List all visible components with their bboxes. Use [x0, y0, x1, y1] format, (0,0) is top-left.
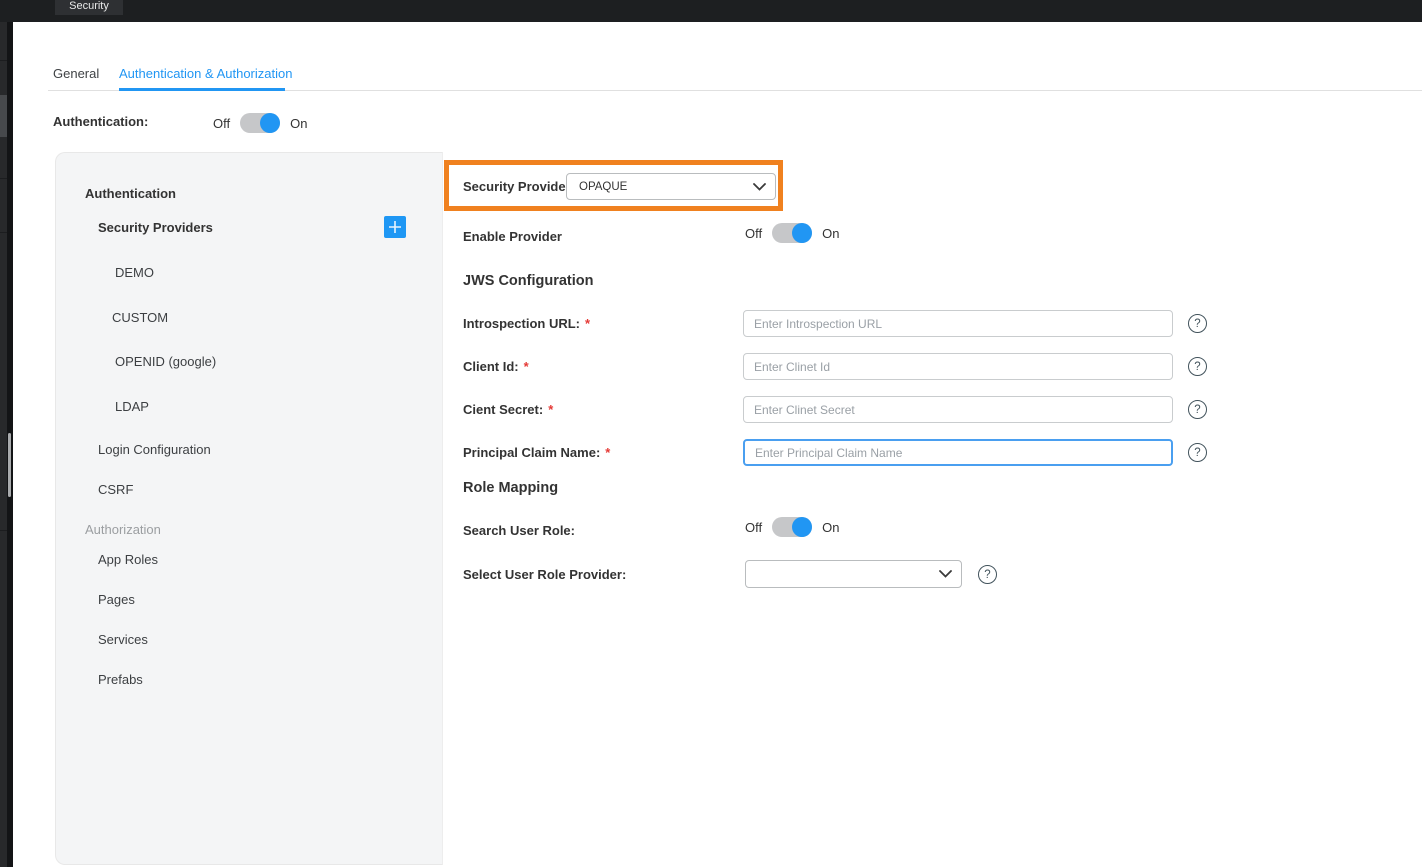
help-icon[interactable]: ? [1188, 314, 1207, 333]
client-id-input[interactable] [743, 353, 1173, 380]
client-secret-input[interactable] [743, 396, 1173, 423]
field-label-text: Principal Claim Name: [463, 445, 600, 460]
security-provider-label: Security Provider [463, 179, 571, 194]
principal-claim-name-label: Principal Claim Name: * [463, 445, 610, 460]
sidebar-item-authentication: Authentication [85, 186, 176, 201]
switch-knob [260, 113, 280, 133]
sidebar-item-ldap[interactable]: LDAP [115, 399, 149, 414]
toggle-off-label: Off [745, 520, 762, 535]
sidebar-item-pages[interactable]: Pages [98, 592, 135, 607]
chevron-down-icon [939, 570, 952, 578]
sidebar-item-security-providers[interactable]: Security Providers [98, 220, 213, 235]
client-id-label: Client Id: * [463, 359, 529, 374]
switch-knob [792, 517, 812, 537]
security-provider-value: OPAQUE [567, 181, 753, 193]
plus-icon [388, 220, 402, 234]
sidebar-section-authorization: Authorization [85, 522, 161, 537]
rail-segment-active [0, 95, 7, 137]
required-marker: * [585, 316, 590, 331]
enable-provider-toggle: Off On [745, 223, 839, 243]
sidebar-item-prefabs[interactable]: Prefabs [98, 672, 143, 687]
field-label-text: Cient Secret: [463, 402, 543, 417]
security-settings-page: Security General Authentication & Author… [0, 0, 1422, 867]
sidebar-item-custom[interactable]: CUSTOM [112, 310, 168, 325]
required-marker: * [605, 445, 610, 460]
sidebar-item-demo[interactable]: DEMO [115, 265, 154, 280]
introspection-url-label: Introspection URL: * [463, 316, 590, 331]
left-toolbar-strip [0, 0, 7, 867]
toggle-on-label: On [822, 520, 839, 535]
introspection-url-input[interactable] [743, 310, 1173, 337]
help-icon[interactable]: ? [1188, 443, 1207, 462]
toggle-off-label: Off [745, 226, 762, 241]
sidebar-item-app-roles[interactable]: App Roles [98, 552, 158, 567]
add-provider-button[interactable] [384, 216, 406, 238]
tab-authentication-authorization[interactable]: Authentication & Authorization [119, 66, 292, 81]
help-icon[interactable]: ? [1188, 400, 1207, 419]
search-user-role-switch[interactable] [772, 517, 812, 537]
editor-topbar: Security [0, 0, 1422, 22]
tab-security[interactable]: Security [55, 0, 123, 15]
required-marker: * [548, 402, 553, 417]
rail-divider [0, 530, 7, 531]
sidebar-item-login-configuration[interactable]: Login Configuration [98, 442, 211, 457]
help-icon[interactable]: ? [1188, 357, 1207, 376]
enable-provider-switch[interactable] [772, 223, 812, 243]
enable-provider-label: Enable Provider [463, 229, 562, 244]
toggle-on-label: On [822, 226, 839, 241]
authentication-toggle: Off On [213, 113, 307, 133]
jws-configuration-heading: JWS Configuration [463, 273, 594, 289]
toggle-on-label: On [290, 116, 307, 131]
switch-knob [792, 223, 812, 243]
authentication-switch[interactable] [240, 113, 280, 133]
security-sidebar: Authentication Security Providers DEMO C… [55, 152, 443, 865]
left-edge-rail [0, 0, 13, 867]
chevron-down-icon [753, 183, 766, 191]
select-user-role-provider-select[interactable] [745, 560, 962, 588]
role-mapping-heading: Role Mapping [463, 480, 558, 496]
toggle-off-label: Off [213, 116, 230, 131]
rail-divider [0, 60, 7, 61]
scrollbar-thumb[interactable] [8, 433, 11, 497]
client-secret-label: Cient Secret: * [463, 402, 553, 417]
rail-divider [0, 178, 7, 179]
sidebar-item-csrf[interactable]: CSRF [98, 482, 133, 497]
rail-divider [0, 232, 7, 233]
search-user-role-label: Search User Role: [463, 523, 575, 538]
select-user-role-provider-label: Select User Role Provider: [463, 567, 626, 582]
tab-general[interactable]: General [53, 66, 99, 81]
help-icon[interactable]: ? [978, 565, 997, 584]
authentication-label: Authentication: [53, 114, 148, 129]
sidebar-item-openid-google[interactable]: OPENID (google) [115, 354, 216, 369]
required-marker: * [524, 359, 529, 374]
active-tab-underline [119, 88, 285, 91]
field-label-text: Client Id: [463, 359, 519, 374]
security-provider-select[interactable]: OPAQUE [566, 173, 776, 200]
principal-claim-name-input[interactable] [743, 439, 1173, 466]
field-label-text: Introspection URL: [463, 316, 580, 331]
sidebar-item-services[interactable]: Services [98, 632, 148, 647]
search-user-role-toggle: Off On [745, 517, 839, 537]
